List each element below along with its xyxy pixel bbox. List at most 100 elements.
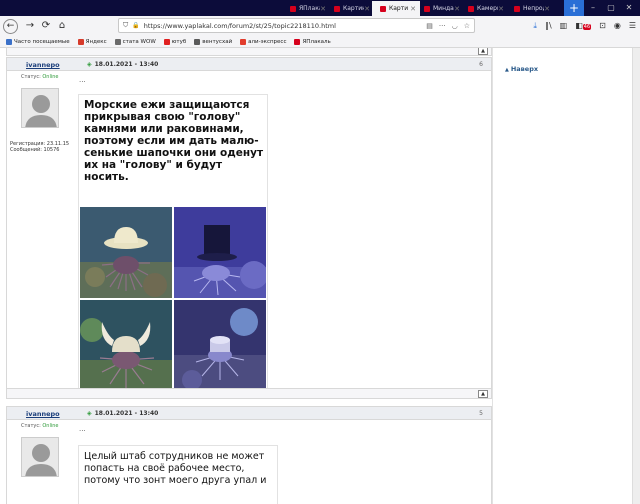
bookmark-favicon-icon	[294, 38, 301, 45]
page-content: ▲ Наверх ▲ ivannepo ◈ 18.01.2021 - 13:40 6…	[0, 48, 640, 504]
bookmark-favicon-icon	[163, 38, 170, 45]
shield-icon[interactable]: ⛉	[123, 21, 128, 30]
screenshot-icon[interactable]: ⊡	[599, 21, 606, 30]
close-tab-icon[interactable]: ✕	[544, 5, 550, 13]
bookmarks-bar: Часто посещаемые Яндекс стата WOW ютуб венту…	[0, 36, 640, 48]
post-header: ivannepo ◈ 18.01.2021 - 13:40 5	[7, 407, 491, 420]
post-image[interactable]: Целый штаб сотрудников не может попасть …	[78, 445, 278, 504]
tab-label: ЯПлакал	[299, 5, 320, 12]
tab-label: Непрод	[523, 5, 544, 12]
avatar[interactable]	[21, 437, 59, 477]
tab-4[interactable]: Миндаль✕	[416, 1, 464, 16]
bookmark-item[interactable]: Часто посещаемые	[6, 38, 70, 45]
post-header: ivannepo ◈ 18.01.2021 - 13:40 6	[7, 58, 491, 71]
post-text: ...	[79, 425, 86, 433]
post-number[interactable]: 6	[479, 61, 483, 68]
post-footer: ▲	[7, 388, 491, 398]
previous-post-footer: ▲	[6, 48, 492, 56]
post-link-icon[interactable]: ◈	[87, 410, 92, 417]
close-tab-icon[interactable]: ✕	[498, 5, 504, 13]
bookmark-favicon-icon	[114, 38, 121, 45]
extension-icon[interactable]: ◧46	[575, 21, 592, 30]
tab-6[interactable]: Непрод✕	[506, 1, 554, 16]
reload-button[interactable]: ⟳	[38, 18, 54, 34]
post-author[interactable]: ivannepo	[26, 61, 60, 69]
default-avatar-icon	[22, 438, 58, 476]
url-bar[interactable]: ⛉ 🔒 https://www.yaplakal.com/forum2/st/2…	[118, 18, 475, 33]
post-image[interactable]: Морские ежи защищаются прикрывая свою "г…	[78, 94, 268, 392]
home-button[interactable]: ⌂	[54, 18, 70, 34]
bookmark-star-icon[interactable]: ☆	[464, 22, 470, 30]
bookmark-favicon-icon	[77, 38, 84, 45]
more-actions-icon[interactable]: ···	[439, 22, 446, 30]
scroll-up-button[interactable]: ▲	[478, 390, 488, 398]
forum-post: ivannepo ◈ 18.01.2021 - 13:40 6 Статус: O…	[6, 57, 492, 399]
bookmark-favicon-icon	[240, 38, 247, 45]
notification-badge: 46	[582, 24, 592, 30]
tab-label: Миндаль	[433, 5, 454, 12]
maximize-icon[interactable]: ▢	[602, 0, 620, 16]
tab-1[interactable]: ЯПлакал✕	[282, 1, 330, 16]
url-text[interactable]: https://www.yaplakal.com/forum2/st/25/to…	[144, 22, 336, 30]
download-icon[interactable]: ⤓	[533, 21, 537, 31]
tab-2[interactable]: Картинк✕	[326, 1, 374, 16]
tab-label: Картинк	[343, 5, 365, 12]
sidebar-icon[interactable]: ▥	[560, 21, 568, 30]
bookmark-item[interactable]: ЯПлакаль	[294, 38, 331, 45]
forum-post: ivannepo ◈ 18.01.2021 - 13:40 5 Статус: O…	[6, 406, 492, 504]
image-caption: Целый штаб сотрудников не может попасть …	[84, 451, 267, 486]
post-text: ...	[79, 76, 86, 84]
close-window-icon[interactable]: ✕	[620, 0, 638, 16]
tab-5[interactable]: Камеры✕	[460, 1, 508, 16]
forward-button[interactable]: →	[22, 18, 38, 34]
bookmark-item[interactable]: али-экспресс	[240, 38, 286, 45]
favicon-icon	[380, 5, 386, 12]
toolbar-right: ⤓ ‖\ ▥ ◧46 ⊡ ◉ ☰	[533, 18, 636, 33]
photo-grid	[80, 207, 266, 391]
tab-label: Карти	[389, 5, 409, 12]
right-panel: ▲ Наверх	[492, 48, 632, 504]
post-number[interactable]: 5	[479, 410, 483, 417]
bookmark-favicon-icon	[194, 38, 201, 45]
post-link-icon[interactable]: ◈	[87, 61, 92, 68]
favicon-icon	[290, 5, 296, 12]
bookmark-item[interactable]: Яндекс	[77, 38, 107, 45]
default-avatar-icon	[22, 89, 58, 127]
post-author[interactable]: ivannepo	[26, 410, 60, 418]
close-tab-icon[interactable]: ✕	[364, 5, 370, 13]
user-status: Статус: Online	[21, 74, 59, 80]
scrollbar[interactable]	[632, 48, 640, 504]
favicon-icon	[514, 5, 520, 12]
bookmark-item[interactable]: вентусхай	[194, 38, 232, 45]
photo-urchin-viking-helmet	[80, 300, 172, 391]
avatar[interactable]	[21, 88, 59, 128]
tab-3[interactable]: Карти ✕	[372, 1, 420, 16]
photo-urchin-shell	[174, 300, 266, 391]
favicon-icon	[334, 5, 340, 12]
scroll-to-top-link[interactable]: ▲ Наверх	[505, 65, 538, 73]
bookmark-item[interactable]: ютуб	[163, 38, 186, 45]
reader-view-icon[interactable]: ▤	[426, 22, 433, 30]
scroll-up-button[interactable]: ▲	[478, 48, 488, 55]
minimize-icon[interactable]: –	[584, 0, 602, 16]
bookmark-favicon-icon	[6, 38, 12, 45]
menu-icon[interactable]: ☰	[629, 21, 636, 30]
new-tab-button[interactable]: +	[564, 0, 584, 16]
photo-urchin-top-hat	[174, 207, 266, 298]
pocket-icon[interactable]: ◡	[452, 22, 458, 30]
user-meta: Регистрация: 23.11.15 Сообщений: 10576	[10, 141, 70, 153]
favicon-icon	[468, 5, 474, 12]
favicon-icon	[424, 5, 430, 12]
post-date: ◈ 18.01.2021 - 13:40	[87, 410, 159, 417]
user-status: Статус: Online	[21, 423, 59, 429]
lock-icon[interactable]: 🔒	[132, 22, 139, 29]
tab-bar: ЯПлакал✕Картинк✕Карти✕Миндаль✕Камеры✕Неп…	[0, 0, 640, 16]
arrow-up-icon: ▲	[505, 67, 509, 73]
back-button[interactable]: ←	[3, 18, 18, 34]
account-icon[interactable]: ◉	[614, 21, 621, 30]
bookmark-item[interactable]: стата WOW	[114, 38, 156, 45]
tab-label: Камеры	[477, 5, 498, 12]
post-date: ◈ 18.01.2021 - 13:40	[87, 61, 159, 68]
photo-urchin-cowboy-hat	[80, 207, 172, 298]
library-icon[interactable]: ‖\	[545, 21, 552, 30]
